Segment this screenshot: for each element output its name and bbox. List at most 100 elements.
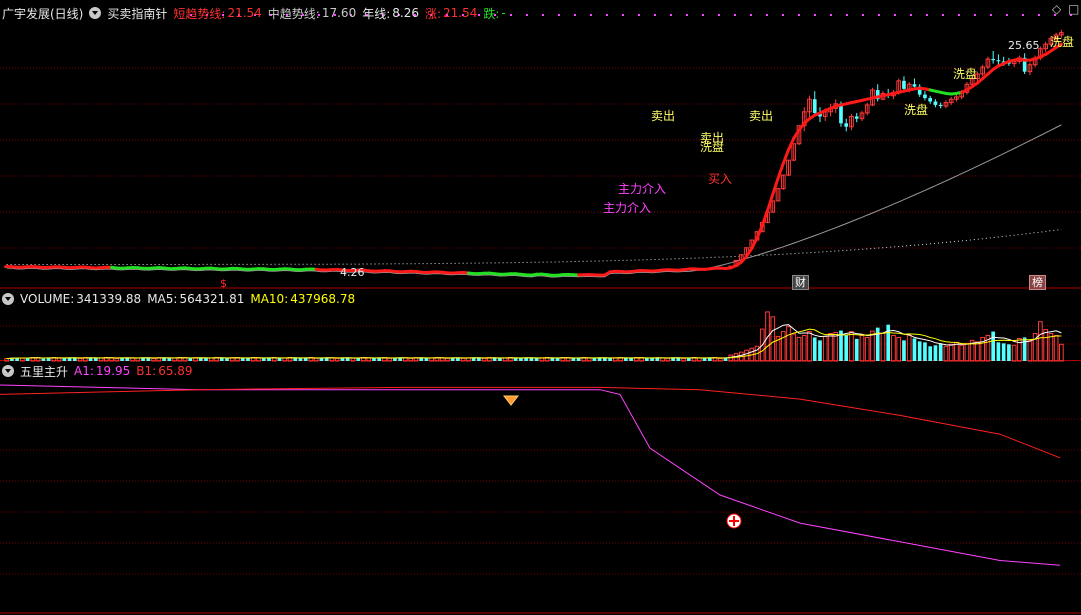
mid-trend-line (6, 124, 1062, 278)
limit-dot (750, 14, 752, 16)
limit-dot (798, 14, 800, 16)
volume-bar (906, 334, 912, 362)
indicator-name[interactable]: 买卖指南针 (107, 5, 167, 22)
volume-bar (880, 333, 886, 362)
volume-bar (56, 357, 62, 362)
volume-bar (864, 336, 870, 362)
candle-body (928, 98, 933, 102)
volume-bar (555, 358, 560, 361)
volume-bar (996, 342, 1001, 361)
limit-dot (734, 14, 736, 16)
volume-bar (261, 358, 266, 361)
b1-label: B1: (136, 364, 157, 378)
volume-bar (702, 358, 707, 361)
volume-bar (41, 358, 46, 361)
limit-dot (526, 14, 528, 16)
volume-bar (1011, 344, 1017, 362)
candle-body (854, 116, 859, 119)
limit-dot (510, 14, 512, 16)
candle-body (996, 60, 1001, 62)
year-line-label: 年线: (362, 6, 391, 21)
volume-bar (592, 358, 597, 361)
volume-bar (943, 345, 949, 362)
volume-bar (796, 336, 802, 362)
limit-dot (782, 14, 784, 16)
volume-bar (875, 327, 880, 361)
volume-bar (20, 357, 25, 362)
signal-label: 主力介入 (618, 182, 667, 196)
signal-label: 买入 (708, 172, 733, 186)
dropdown-arrow-icon[interactable] (89, 7, 102, 19)
volume-bar (1007, 344, 1011, 361)
volume-bar (1053, 334, 1059, 362)
volume-bar (114, 358, 120, 362)
volume-bar (313, 357, 319, 362)
volume-bar (240, 358, 245, 361)
candle-body (812, 99, 817, 113)
volume-bar (534, 358, 539, 361)
stock-title: 广宇发展(日线) (2, 6, 84, 21)
volume-bar (964, 342, 970, 362)
event-marker[interactable]: $ (220, 276, 227, 292)
maximize-icon[interactable]: □ (1068, 2, 1079, 16)
volume-dropdown-icon[interactable] (2, 293, 14, 305)
volume-bar (387, 357, 393, 362)
volume-bar (844, 334, 849, 361)
min-price-label: 4.26 (340, 266, 365, 279)
volume-bar (660, 357, 665, 362)
volume-bar (954, 341, 959, 362)
volume-bar (822, 335, 828, 362)
short-trend-segment (771, 176, 780, 196)
volume-bar (1059, 343, 1064, 362)
volume-bar (1001, 343, 1006, 361)
limit-dot (862, 14, 864, 16)
signal-label: 卖出 (651, 109, 676, 123)
volume-bar (62, 358, 67, 361)
limit-dot (542, 14, 544, 16)
price-header: 广宇发展(日线) 买卖指南针 短趋势线: 21.54 中趋势线: 17.60 年… (2, 5, 506, 21)
short-trend-value: 21.54 (227, 6, 262, 20)
volume-bar (928, 346, 933, 361)
volume-bar (1048, 333, 1054, 362)
short-trend-segment (766, 192, 775, 213)
volume-bar (812, 337, 817, 361)
diamond-icon[interactable]: ◇ (1052, 2, 1061, 16)
year-line (6, 228, 1062, 265)
limit-dot (910, 14, 912, 16)
volume-bar (696, 357, 702, 362)
candle-body (933, 101, 938, 105)
volume-bar (828, 333, 833, 362)
volume-label: VOLUME: (20, 292, 75, 306)
finance-marker[interactable]: 财 (792, 275, 809, 290)
volume-bar (791, 333, 797, 362)
volume-bar (498, 358, 502, 361)
limit-dot (574, 14, 576, 16)
ranking-marker[interactable]: 榜 (1029, 275, 1046, 290)
limit-dot (718, 14, 720, 16)
rise-label: 涨: (424, 6, 442, 21)
volume-bar (481, 357, 487, 362)
limit-dot (878, 14, 880, 16)
max-price-label: 25.65 (1008, 39, 1040, 52)
limit-dot (702, 14, 704, 16)
volume-bar (1017, 337, 1022, 362)
volume-bar (902, 340, 906, 361)
chart-svg[interactable] (0, 0, 1081, 615)
osc-label[interactable]: 五里主升 (20, 363, 68, 380)
osc-dropdown-icon[interactable] (2, 365, 14, 377)
volume-bar (25, 358, 30, 361)
volume-bar (917, 341, 922, 361)
candle-body (991, 59, 995, 61)
limit-dot (942, 14, 944, 16)
signal-label: 洗盘 (1050, 35, 1075, 49)
volume-bar (188, 358, 193, 361)
limit-dot (894, 14, 896, 16)
volume-bar (98, 357, 104, 362)
volume-bar (780, 331, 786, 362)
year-line-value: 8.26 (392, 6, 419, 20)
b1-value: 65.89 (158, 364, 193, 378)
volume-bar (151, 358, 156, 362)
volume-bar (665, 357, 671, 362)
limit-dot (622, 14, 624, 16)
signal-label: 主力介入 (603, 201, 652, 215)
